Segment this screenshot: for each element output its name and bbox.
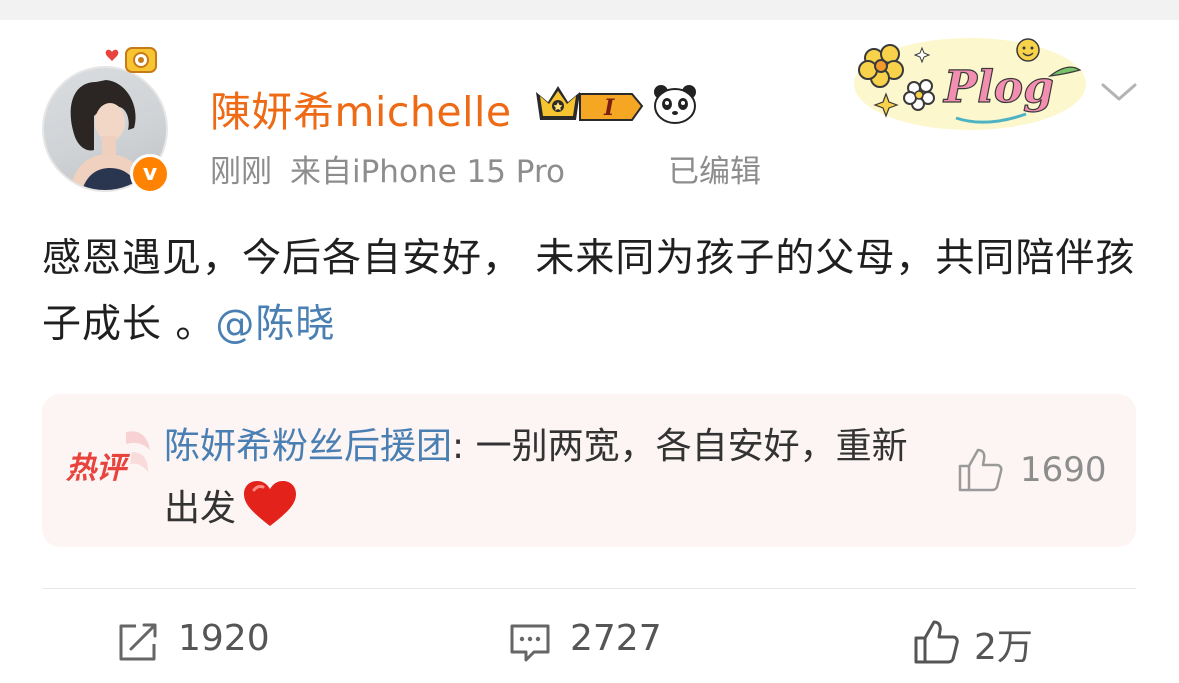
- like-button[interactable]: 2万: [912, 618, 1062, 668]
- avatar-pendant-icon: [105, 47, 157, 73]
- like-count: 2万: [974, 627, 1033, 668]
- heart-icon: [244, 481, 297, 526]
- edited-label[interactable]: 已编辑: [668, 146, 761, 191]
- divider: [42, 588, 1136, 589]
- post-time: 刚刚: [210, 154, 272, 190]
- username[interactable]: 陳妍希michelle: [210, 78, 512, 138]
- post-body: 感恩遇见，今后各自安好， 未来同为孩子的父母，共同陪伴孩子成长 。: [42, 236, 1136, 347]
- hot-comment-author[interactable]: 陈妍希粉丝后援团: [164, 426, 452, 467]
- hot-tag-label: 热评: [66, 451, 131, 486]
- crown-badge-icon[interactable]: I: [532, 82, 648, 126]
- plog-text: Plog: [942, 62, 1054, 113]
- post-text: 感恩遇见，今后各自安好， 未来同为孩子的父母，共同陪伴孩子成长 。@陈晓: [42, 226, 1142, 358]
- comment-button[interactable]: 2727: [508, 618, 688, 666]
- hot-comment-text: 陈妍希粉丝后援团: 一别两宽，各自安好，重新出发: [164, 416, 924, 540]
- hot-comment-tag: 热评: [66, 431, 150, 486]
- comment-count: 2727: [570, 618, 662, 659]
- chevron-down-icon[interactable]: [1100, 80, 1138, 104]
- thumbs-up-icon: [914, 620, 959, 664]
- plog-sticker: Plog: [854, 38, 1086, 130]
- repost-button[interactable]: 1920: [116, 618, 296, 666]
- panda-icon: [654, 85, 696, 124]
- thumbs-up-icon: [958, 448, 1003, 492]
- hot-comment-like-button[interactable]: 1690: [956, 446, 1126, 496]
- verified-icon: v: [130, 154, 170, 194]
- repost-count: 1920: [178, 618, 270, 659]
- comment-icon: [510, 624, 550, 662]
- hot-comment-like-count: 1690: [1020, 450, 1107, 490]
- repost-icon: [119, 623, 157, 661]
- mention-link[interactable]: @陈晓: [215, 302, 335, 347]
- badge-level: I: [603, 95, 615, 121]
- post-source: 来自iPhone 15 Pro: [290, 154, 565, 190]
- post-meta: 刚刚 来自iPhone 15 Pro: [210, 146, 565, 191]
- hot-comment-card[interactable]: 热评 陈妍希粉丝后援团: 一别两宽，各自安好，重新出发 1690: [42, 394, 1136, 547]
- status-strip: [0, 0, 1179, 20]
